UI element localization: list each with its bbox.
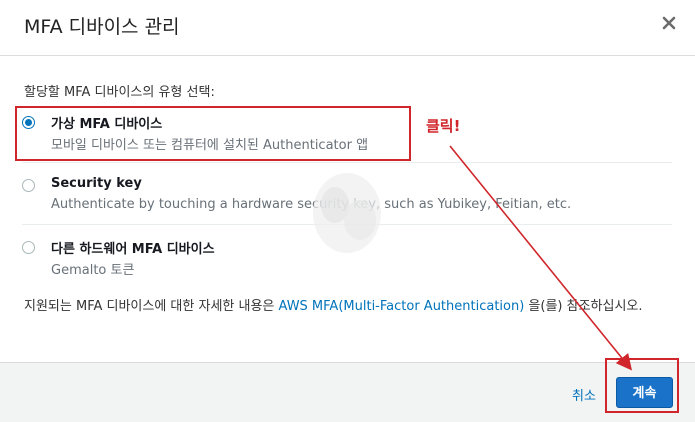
radio-other-hardware-mfa[interactable]: [22, 241, 35, 254]
highlight-box-option: [15, 106, 411, 161]
close-icon[interactable]: [661, 15, 677, 31]
dialog-header: MFA 디바이스 관리: [0, 0, 695, 56]
highlight-box-continue: [605, 358, 679, 413]
watermark-blob: [313, 173, 381, 253]
info-prefix: 지원되는 MFA 디바이스에 대한 자세한 내용은: [24, 299, 279, 314]
dialog-title: MFA 디바이스 관리: [24, 16, 180, 38]
annotation-click-text: 클릭!: [426, 117, 461, 135]
aws-mfa-link[interactable]: AWS MFA(Multi-Factor Authentication): [279, 299, 525, 314]
cancel-button[interactable]: 취소: [572, 385, 596, 404]
option-description: Gemalto 토큰: [51, 263, 135, 278]
device-type-prompt: 할당할 MFA 디바이스의 유형 선택:: [24, 85, 215, 100]
info-text: 지원되는 MFA 디바이스에 대한 자세한 내용은 AWS MFA(Multi-…: [24, 295, 674, 318]
option-divider: [22, 162, 672, 163]
option-label: 다른 하드웨어 MFA 디바이스: [51, 242, 215, 257]
option-label: Security key: [51, 176, 142, 191]
info-suffix: 을(를) 참조하십시오.: [524, 299, 643, 314]
radio-security-key[interactable]: [22, 179, 35, 192]
